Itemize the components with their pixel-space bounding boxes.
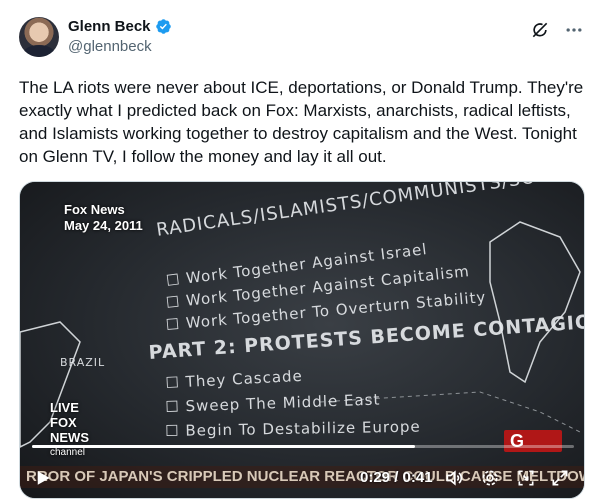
- video-progress-fill: [32, 445, 416, 448]
- tweet-card: Glenn Beck @glennbeck The LA riots were …: [0, 0, 602, 504]
- video-source: Fox News: [64, 202, 125, 217]
- live-text-2: FOX: [50, 415, 77, 430]
- video-controls: 0:29 / 0:41: [20, 464, 584, 492]
- map-label-brazil: BRAZIL: [60, 356, 106, 369]
- volume-icon[interactable]: [444, 468, 464, 488]
- fullscreen-icon[interactable]: [550, 468, 570, 488]
- author-handle[interactable]: @glennbeck: [68, 38, 172, 55]
- network-badge: G: [504, 430, 562, 452]
- play-icon[interactable]: [34, 469, 52, 487]
- grok-icon[interactable]: [530, 20, 550, 40]
- live-network-bug: LIVE FOX NEWS channel: [50, 400, 89, 460]
- avatar[interactable]: [19, 17, 59, 57]
- video-source-overlay: Fox News May 24, 2011: [64, 202, 143, 234]
- video-time: 0:29 / 0:41: [360, 469, 433, 486]
- video-frame[interactable]: RADICALS/ISLAMISTS/COMMUNISTS/SOCIALISTS…: [20, 182, 584, 498]
- author-name[interactable]: Glenn Beck: [68, 18, 151, 35]
- verified-badge-icon: [155, 18, 172, 35]
- video-date: May 24, 2011: [64, 218, 143, 233]
- video-progress-bar[interactable]: [32, 445, 574, 448]
- picture-in-picture-icon[interactable]: [516, 468, 536, 488]
- live-text-1: LIVE: [50, 400, 79, 415]
- tweet-body: The LA riots were never about ICE, depor…: [19, 78, 584, 166]
- settings-icon[interactable]: [480, 468, 500, 488]
- more-icon[interactable]: [564, 20, 584, 40]
- top-actions: [530, 20, 584, 40]
- video-player[interactable]: RADICALS/ISLAMISTS/COMMUNISTS/SOCIALISTS…: [19, 181, 585, 499]
- tweet-text: The LA riots were never about ICE, depor…: [19, 76, 587, 168]
- live-text-3: NEWS: [50, 430, 89, 445]
- avatar-shoulders: [23, 45, 55, 57]
- author-block: Glenn Beck @glennbeck: [68, 18, 172, 55]
- name-row: Glenn Beck: [68, 18, 172, 35]
